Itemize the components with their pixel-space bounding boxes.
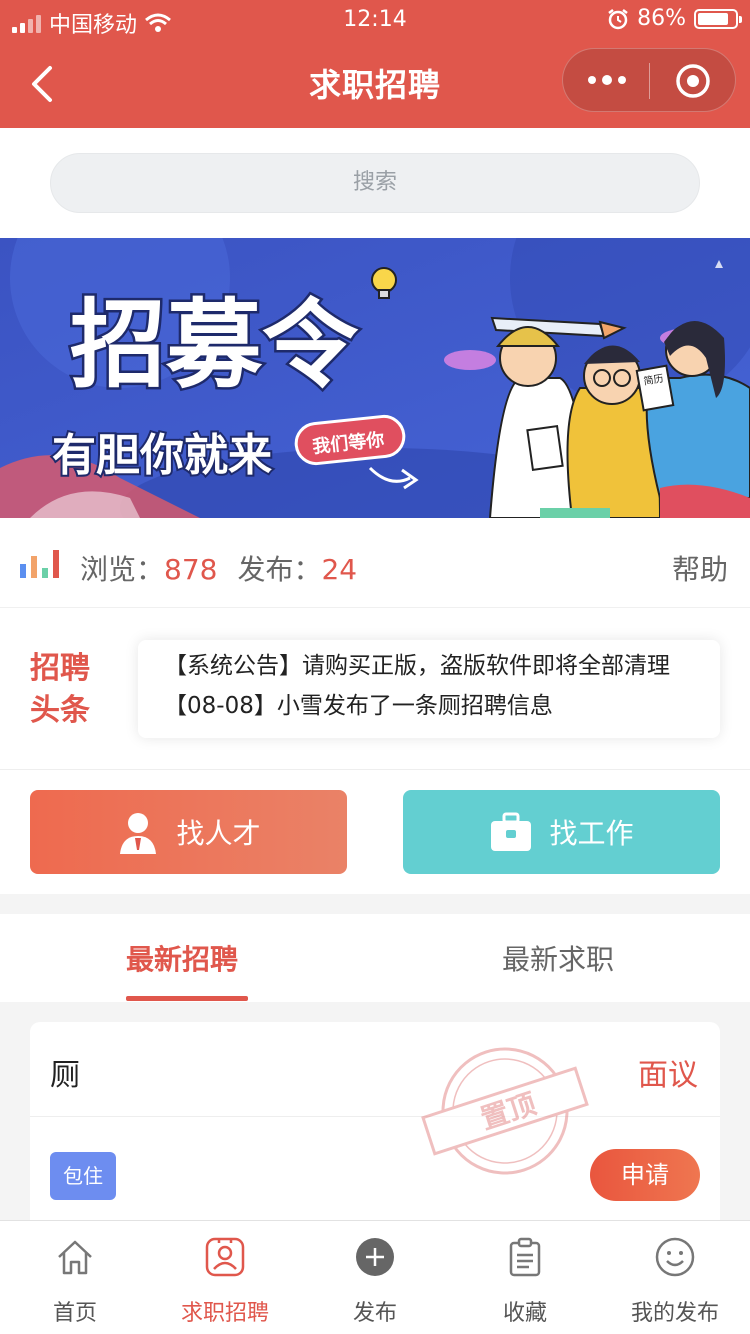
clipboard-icon [509, 1237, 541, 1277]
find-job-button[interactable]: 找工作 [403, 790, 720, 874]
tabbar-favorites[interactable]: 收藏 [450, 1221, 600, 1334]
mini-program-capsule [562, 48, 736, 112]
active-tab-indicator [126, 996, 248, 1001]
find-talent-button[interactable]: 找人才 [30, 790, 347, 874]
search-input[interactable]: 搜索 [50, 153, 700, 213]
help-link[interactable]: 帮助 [672, 548, 728, 588]
banner-subtitle: 有胆你就来 [52, 430, 272, 481]
more-options-icon[interactable] [587, 70, 627, 90]
views-count: 878 [164, 553, 218, 586]
headline-item[interactable]: 【系统公告】请购买正版，盗版软件即将全部清理 [164, 646, 720, 686]
battery-icon [694, 8, 742, 29]
bar-chart-icon [20, 550, 59, 578]
apply-button[interactable]: 申请 [590, 1149, 700, 1201]
briefcase-icon [491, 812, 532, 851]
close-mini-program-icon[interactable] [675, 63, 711, 99]
plus-circle-icon [356, 1238, 394, 1276]
smiley-icon [655, 1237, 695, 1277]
tabbar-my-posts-label: 我的发布 [630, 1301, 719, 1326]
pinned-stamp: 置顶 [421, 1047, 589, 1175]
find-job-label: 找工作 [549, 817, 634, 850]
find-talent-label: 找人才 [176, 817, 261, 850]
listing-tabs: 最新招聘 最新求职 [0, 914, 750, 1002]
tabbar-jobs-label: 求职招聘 [180, 1301, 269, 1326]
capsule-divider [649, 63, 650, 99]
status-bar: 中国移动 12:14 86% [0, 0, 750, 40]
job-divider [30, 1116, 720, 1117]
job-tag: 包住 [50, 1152, 116, 1200]
search-area: 搜索 [0, 128, 750, 238]
pinned-stamp-text: 置顶 [477, 1087, 540, 1136]
bottom-tab-bar: 首页 求职招聘 发布 收藏 我的发布 [0, 1220, 750, 1334]
job-card[interactable]: 厕 面议 置顶 包住 申请 [30, 1022, 720, 1242]
job-profile-icon [205, 1237, 245, 1277]
tabbar-favorites-label: 收藏 [502, 1301, 547, 1326]
recruit-headlines: 招聘 头条 【系统公告】请购买正版，盗版软件即将全部清理 【08-08】小雪发布… [0, 608, 750, 770]
headlines-label: 招聘 头条 [30, 651, 90, 728]
tabbar-jobs[interactable]: 求职招聘 [150, 1221, 300, 1334]
tabbar-home-label: 首页 [52, 1301, 97, 1326]
tab-latest-recruit[interactable]: 最新招聘 [126, 938, 238, 978]
recruiter-icon [120, 813, 157, 854]
tabbar-home[interactable]: 首页 [0, 1221, 150, 1334]
alarm-icon [608, 8, 628, 29]
header: 中国移动 12:14 86% 求职招聘 [0, 0, 750, 128]
posts-count: 24 [321, 553, 358, 586]
job-title: 厕 [50, 1058, 80, 1093]
quick-actions: 找人才 找工作 [0, 770, 750, 894]
banner-illustration: 招募令 有胆你就来 我们等你 简历 [0, 238, 750, 518]
tabbar-publish-label: 发布 [352, 1301, 397, 1326]
tab-latest-seek[interactable]: 最新求职 [502, 938, 614, 978]
headline-item[interactable]: 【08-08】小雪发布了一条厕招聘信息 [164, 686, 720, 726]
posts-label: 发布： [237, 553, 322, 586]
battery-percent: 86% [637, 6, 686, 31]
home-icon [58, 1240, 92, 1275]
views-label: 浏览： [80, 553, 165, 586]
job-salary: 面议 [638, 1058, 698, 1093]
headlines-ticker[interactable]: 【系统公告】请购买正版，盗版软件即将全部清理 【08-08】小雪发布了一条厕招聘… [138, 640, 720, 738]
recruitment-banner[interactable]: 招募令 有胆你就来 我们等你 简历 [0, 238, 750, 518]
tabbar-publish[interactable]: 发布 [300, 1221, 450, 1334]
tabbar-my-posts[interactable]: 我的发布 [600, 1221, 750, 1334]
banner-title: 招募令 [70, 289, 359, 401]
stats-bar: 浏览：878 发布：24 帮助 [0, 518, 750, 608]
